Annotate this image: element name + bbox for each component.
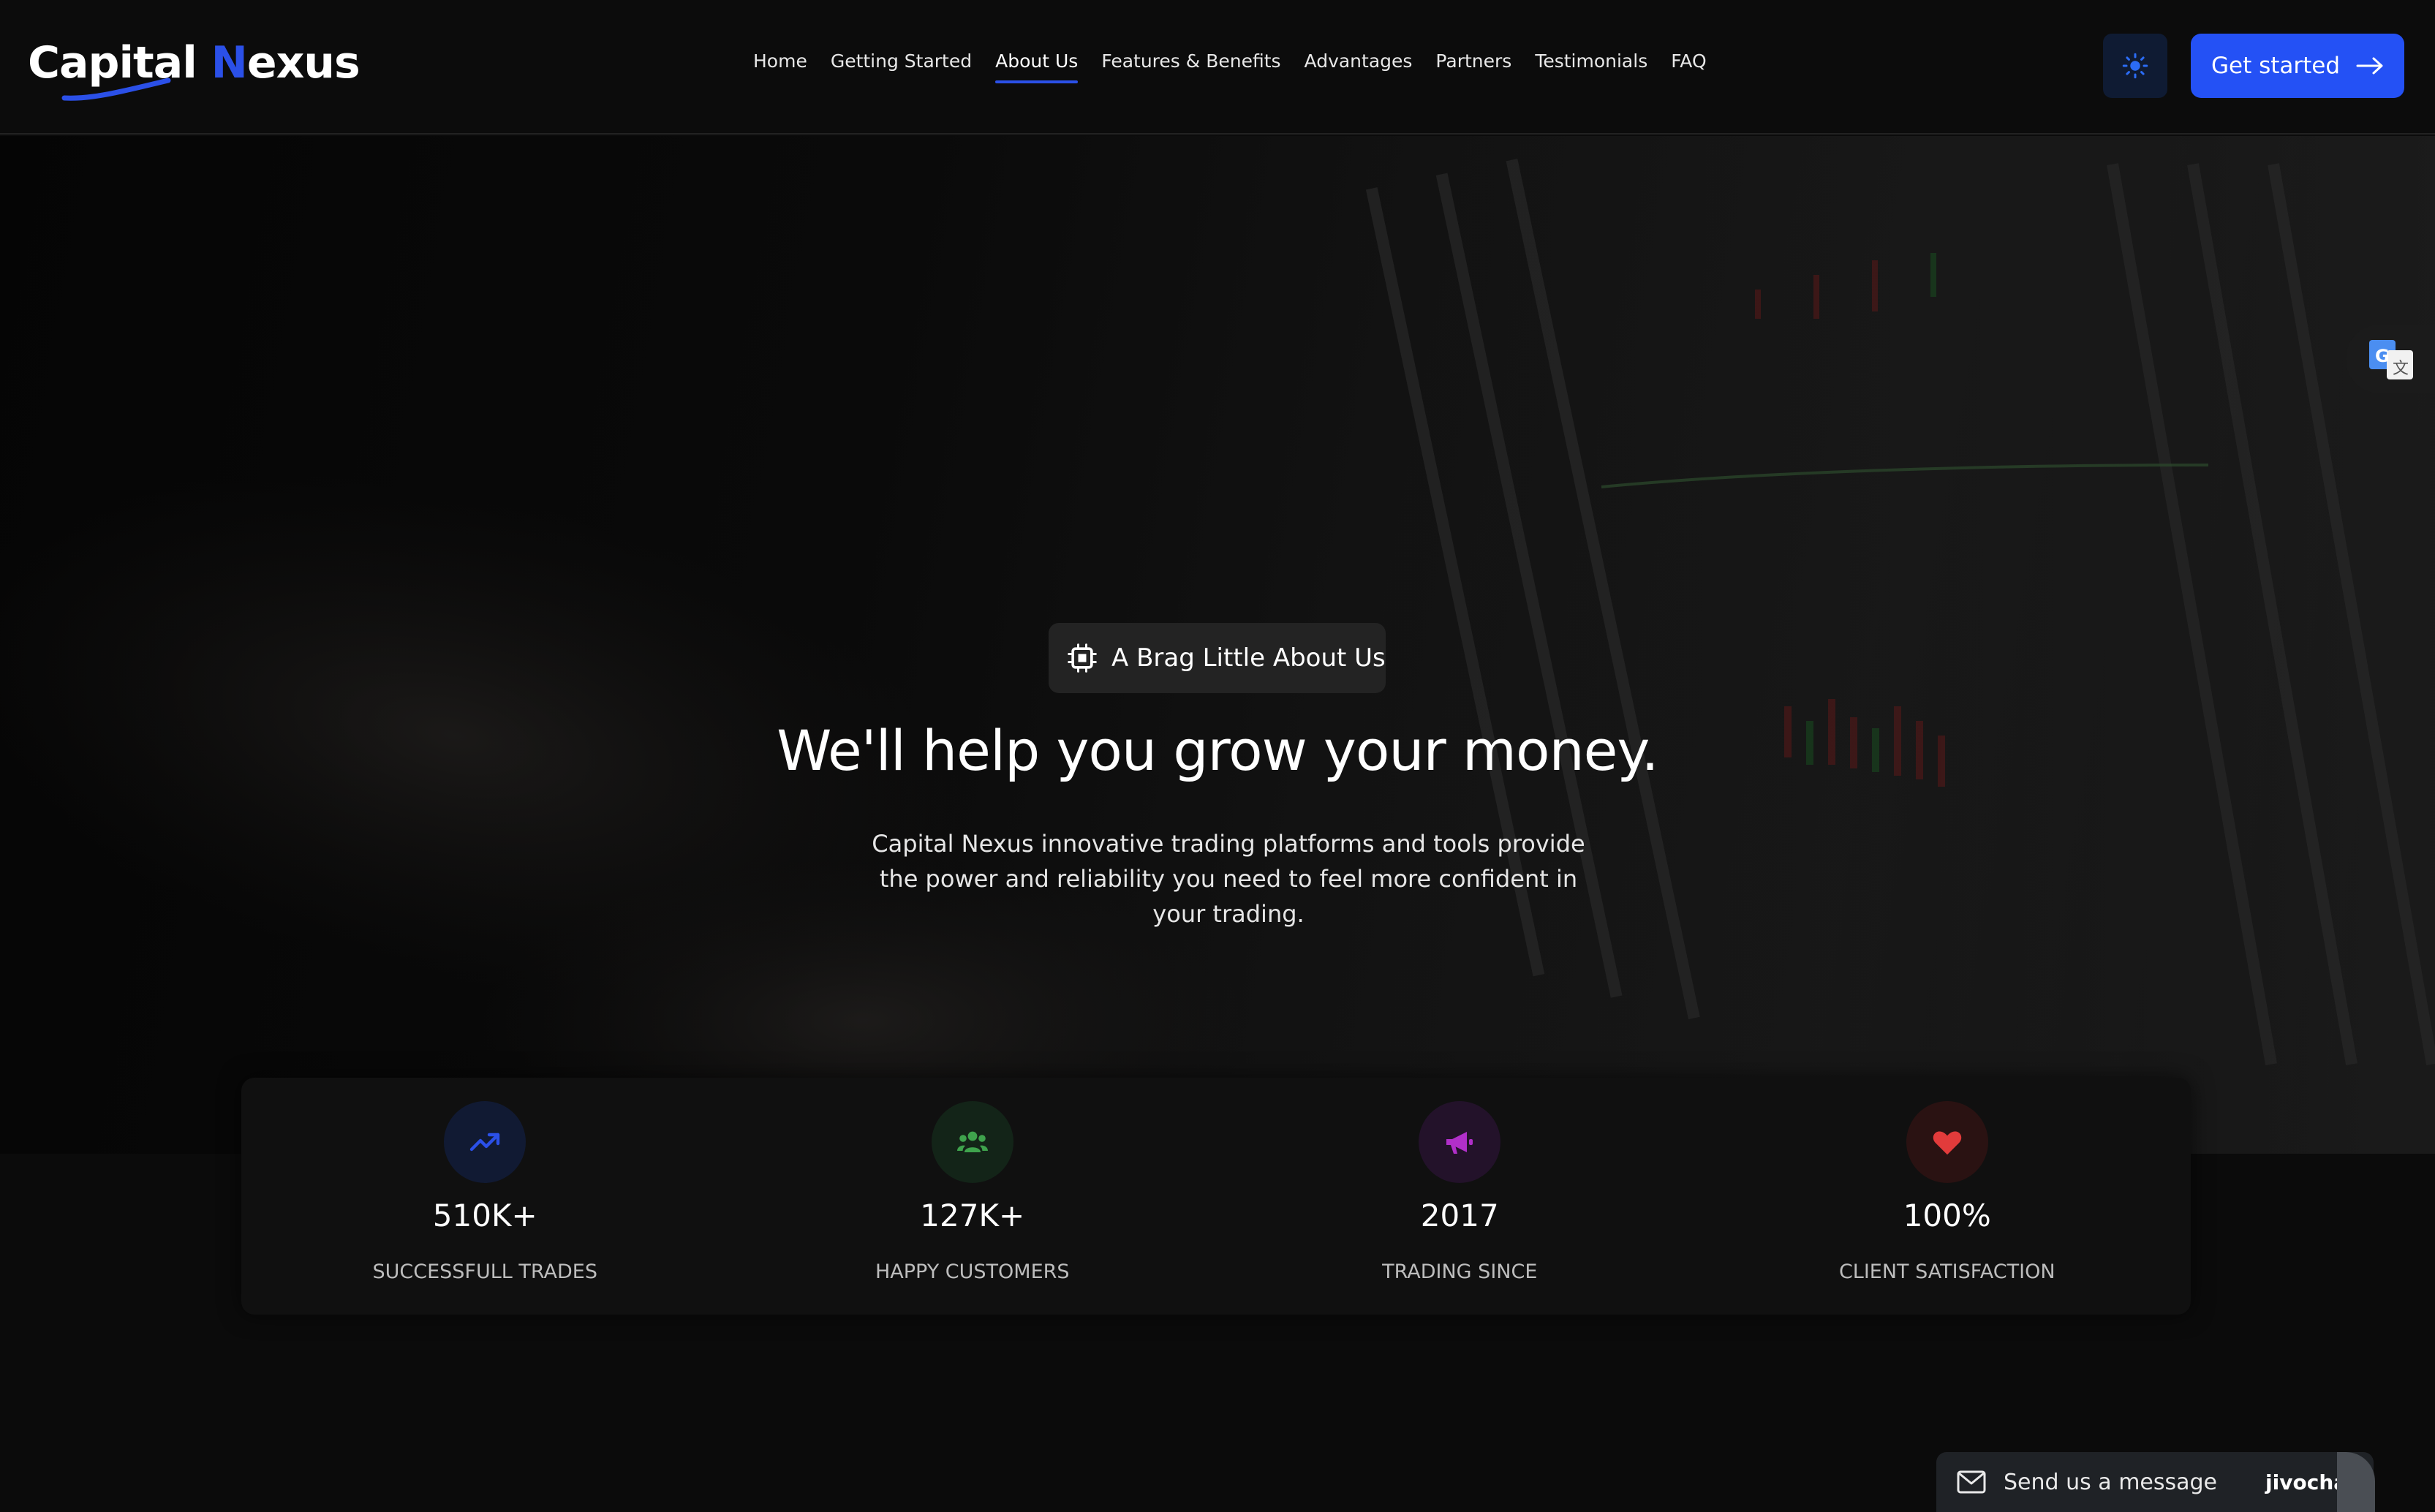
mail-icon: [1957, 1470, 1986, 1494]
translate-widget[interactable]: G 文: [2346, 325, 2435, 393]
stat-value: 127K+: [920, 1198, 1025, 1233]
stat-value: 510K+: [432, 1198, 537, 1233]
main-nav: Home Getting Started About Us Features &…: [741, 47, 1718, 83]
logo-text-part2: N: [211, 37, 248, 88]
stat-value: 100%: [1903, 1198, 1991, 1233]
stat-client-satisfaction: 100% CLIENT SATISFACTION: [1704, 1078, 2192, 1315]
logo-text-part3: exus: [246, 37, 360, 88]
nav-advantages[interactable]: Advantages: [1293, 47, 1424, 83]
stat-icon-wrapper: [1419, 1101, 1501, 1183]
stats-panel: 510K+ SUCCESSFULL TRADES 127K+ HAPPY CUS…: [241, 1078, 2191, 1315]
chat-label: Send us a message: [2004, 1469, 2218, 1495]
logo[interactable]: Capital Nexus: [28, 32, 360, 101]
nav-faq[interactable]: FAQ: [1659, 47, 1718, 83]
stat-icon-wrapper: [931, 1101, 1013, 1183]
nav-features-benefits[interactable]: Features & Benefits: [1090, 47, 1292, 83]
stat-label: SUCCESSFULL TRADES: [372, 1260, 598, 1283]
sun-icon: [2122, 53, 2148, 79]
stat-icon-wrapper: [444, 1101, 526, 1183]
users-icon: [956, 1131, 988, 1152]
svg-text:文: 文: [2393, 360, 2409, 378]
trending-up-icon: [470, 1133, 500, 1152]
logo-swoosh-icon: [61, 78, 171, 101]
get-started-label: Get started: [2211, 53, 2341, 79]
nav-home[interactable]: Home: [741, 47, 819, 83]
about-badge: A Brag Little About Us: [1049, 623, 1386, 693]
chat-widget[interactable]: Send us a message jivochat: [1936, 1452, 2374, 1512]
nav-testimonials[interactable]: Testimonials: [1523, 47, 1659, 83]
stat-icon-wrapper: [1906, 1101, 1988, 1183]
chip-icon: [1068, 643, 1097, 673]
stat-label: HAPPY CUSTOMERS: [875, 1260, 1070, 1283]
nav-getting-started[interactable]: Getting Started: [819, 47, 984, 83]
heart-icon: [1933, 1131, 1961, 1155]
nav-partners[interactable]: Partners: [1424, 47, 1523, 83]
nav-about-us[interactable]: About Us: [984, 47, 1090, 83]
megaphone-icon: [1446, 1132, 1473, 1154]
stat-label: CLIENT SATISFACTION: [1838, 1260, 2055, 1283]
stat-trading-since: 2017 TRADING SINCE: [1216, 1078, 1704, 1315]
hero-title: We'll help you grow your money.: [777, 718, 1658, 783]
site-header: Capital Nexus Home Getting Started About…: [0, 0, 2435, 135]
badge-label: A Brag Little About Us: [1111, 643, 1386, 673]
stat-successful-trades: 510K+ SUCCESSFULL TRADES: [241, 1078, 729, 1315]
hero-description: Capital Nexus innovative trading platfor…: [872, 830, 1585, 928]
stat-happy-customers: 127K+ HAPPY CUSTOMERS: [729, 1078, 1217, 1315]
google-translate-icon: G 文: [2369, 340, 2413, 379]
stat-label: TRADING SINCE: [1382, 1260, 1538, 1283]
arrow-right-icon: [2356, 57, 2383, 75]
get-started-button[interactable]: Get started: [2191, 34, 2404, 98]
hero-section: G 文 A Brag Little About Us We'll help yo…: [0, 136, 2435, 1154]
theme-toggle-button[interactable]: [2103, 34, 2167, 98]
stat-value: 2017: [1420, 1198, 1499, 1233]
svg-text:G: G: [2375, 346, 2390, 366]
